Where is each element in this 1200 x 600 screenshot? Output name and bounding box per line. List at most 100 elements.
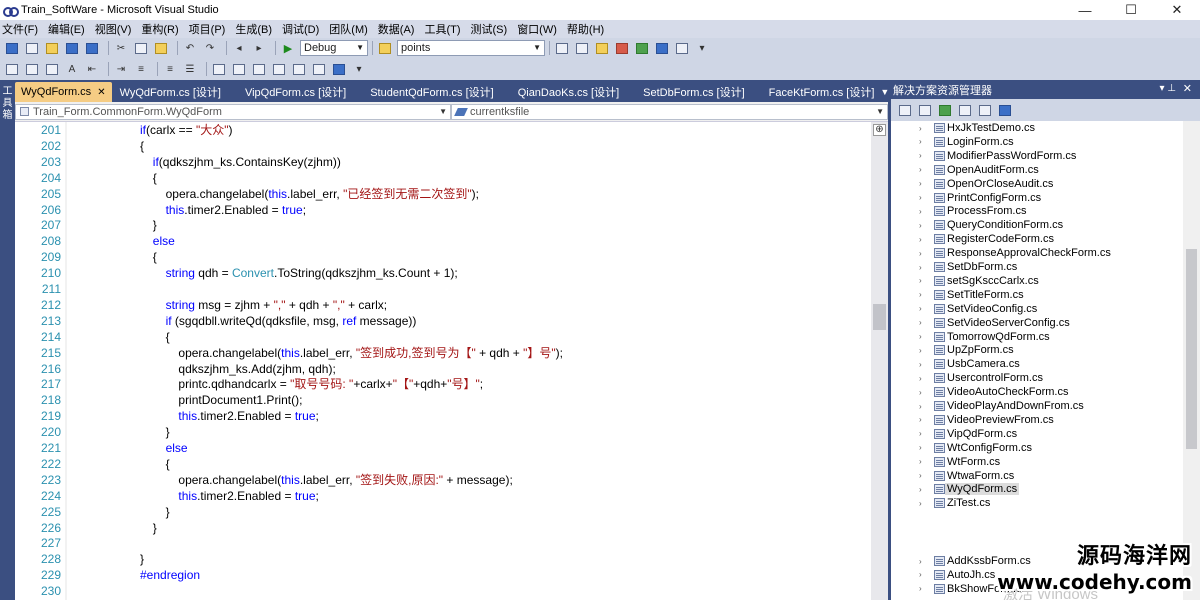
solution-file-item[interactable]: › ZiTest.cs (891, 496, 1183, 510)
save-icon[interactable] (64, 41, 80, 55)
expand-arrow-icon[interactable]: › (919, 402, 922, 411)
tab-vipqdform-design[interactable]: VipQdForm.cs [设计] (239, 82, 352, 102)
expand-arrow-icon[interactable]: › (919, 374, 922, 383)
code-line[interactable]: 217 printc.qdhandcarlx = "取号号码: "+carlx+"… (15, 376, 871, 392)
tab-wyqdform-cs[interactable]: WyQdForm.cs ✕ (15, 82, 112, 102)
previous-bookmark-icon[interactable] (231, 62, 247, 76)
expand-arrow-icon[interactable]: › (919, 179, 922, 188)
solution-explorer-icon[interactable] (554, 41, 570, 55)
solution-file-item[interactable]: › LoginForm.cs (891, 135, 1183, 149)
navigate-backward-icon[interactable]: ◂ (231, 41, 247, 55)
solution-file-item[interactable]: › TomorrowQdForm.cs (891, 330, 1183, 344)
expand-arrow-icon[interactable]: › (919, 235, 922, 244)
expand-arrow-icon[interactable]: › (919, 263, 922, 272)
menu-edit[interactable]: 编辑(E) (43, 21, 90, 37)
undo-icon[interactable]: ↶ (182, 41, 198, 55)
solution-file-item[interactable]: › SetDbForm.cs (891, 260, 1183, 274)
minimize-button[interactable]: — (1062, 0, 1108, 20)
solution-file-item[interactable]: › UpZpForm.cs (891, 343, 1183, 357)
expand-arrow-icon[interactable]: › (919, 165, 922, 174)
code-editor[interactable]: 201 if(carlx == "大众") 202 {203 if(qdkszjhm_k… (15, 122, 871, 600)
solution-file-item[interactable]: › WtForm.cs (891, 455, 1183, 469)
view-designer-icon[interactable] (977, 103, 993, 117)
close-tab-icon[interactable]: ✕ (97, 87, 105, 98)
pin-icon[interactable]: ▾ ⊥ (1159, 83, 1176, 94)
code-line[interactable]: 207} (15, 217, 871, 233)
tab-setdbform-design[interactable]: SetDbForm.cs [设计] (637, 82, 750, 102)
code-line[interactable]: 205 opera.changelabel(this.label_err, "已经… (15, 186, 871, 202)
class-combo[interactable]: Train_Form.CommonForm.WyQdForm ▼ (15, 103, 451, 120)
close-panel-icon[interactable]: ✕ (1183, 82, 1192, 95)
format-document-icon[interactable]: ☰ (182, 62, 198, 76)
expand-arrow-icon[interactable]: › (919, 124, 922, 133)
close-window-button[interactable]: ✕ (1154, 0, 1200, 20)
code-line[interactable]: 212 string msg = zjhm + "," + qdh + "," +… (15, 297, 871, 313)
redo-icon[interactable]: ↷ (202, 41, 218, 55)
menu-project[interactable]: 项目(P) (184, 21, 231, 37)
add-item-icon[interactable] (24, 41, 40, 55)
navigate-forward-icon[interactable]: ▸ (251, 41, 267, 55)
expand-arrow-icon[interactable]: › (919, 151, 922, 160)
tab-wyqdform-design[interactable]: WyQdForm.cs [设计] (114, 82, 227, 102)
code-line[interactable]: 201 if(carlx == "大众") (15, 122, 871, 138)
save-all-icon[interactable] (84, 41, 100, 55)
solution-file-item[interactable]: › VideoAutoCheckForm.cs (891, 385, 1183, 399)
expand-arrow-icon[interactable]: › (919, 221, 922, 230)
class-diagram-icon[interactable] (997, 103, 1013, 117)
refresh-icon[interactable] (937, 103, 953, 117)
expand-arrow-icon[interactable]: › (919, 346, 922, 355)
code-line[interactable]: 202 { (15, 138, 871, 154)
solution-file-item[interactable]: › PrintConfigForm.cs (891, 191, 1183, 205)
quick-info-icon[interactable] (4, 62, 20, 76)
code-line[interactable]: 213 if (sgqdbll.writeQd(qdksfile, msg, re… (15, 313, 871, 329)
find-combo[interactable]: points ▼ (397, 40, 545, 56)
paste-icon[interactable] (153, 41, 169, 55)
solution-file-item[interactable]: › VideoPlayAndDownFrom.cs (891, 399, 1183, 413)
configuration-select[interactable]: Debug ▼ (300, 40, 368, 56)
expand-arrow-icon[interactable]: › (919, 471, 922, 480)
start-page-icon[interactable] (634, 41, 650, 55)
expand-arrow-icon[interactable]: › (919, 415, 922, 424)
solution-file-item[interactable]: › VideoPreviewFrom.cs (891, 413, 1183, 427)
previous-bookmark-folder-icon[interactable] (271, 62, 287, 76)
bookmark-window-icon[interactable] (331, 62, 347, 76)
expand-arrow-icon[interactable]: › (919, 557, 922, 566)
expand-arrow-icon[interactable]: › (919, 249, 922, 258)
toolbox-icon[interactable] (614, 41, 630, 55)
expand-arrow-icon[interactable]: › (919, 499, 922, 508)
menu-view[interactable]: 视图(V) (90, 21, 137, 37)
editor-scroll-thumb[interactable] (873, 304, 886, 330)
expand-arrow-icon[interactable]: › (919, 457, 922, 466)
member-combo[interactable]: currentksfile ▼ (451, 103, 888, 120)
window-layout-icon[interactable] (674, 41, 690, 55)
code-line[interactable]: 221 else (15, 440, 871, 456)
solution-file-item[interactable]: › VipQdForm.cs (891, 427, 1183, 441)
solution-file-item[interactable]: › SetVideoServerConfig.cs (891, 316, 1183, 330)
code-line[interactable]: 218 printDocument1.Print(); (15, 392, 871, 408)
code-line[interactable]: 209 { (15, 249, 871, 265)
toolbar-options-icon[interactable]: ▾ (694, 41, 710, 55)
expand-arrow-icon[interactable]: › (919, 332, 922, 341)
decrease-indent-icon[interactable]: ⇤ (84, 62, 100, 76)
next-bookmark-folder-icon[interactable] (291, 62, 307, 76)
toolbox-dock-label[interactable]: 工具箱 (1, 86, 14, 122)
expand-arrow-icon[interactable]: › (919, 318, 922, 327)
code-line[interactable]: 214 { (15, 329, 871, 345)
menu-test[interactable]: 测试(S) (466, 21, 513, 37)
solution-file-item[interactable]: › WyQdForm.cs (891, 482, 1183, 496)
code-line[interactable]: 229 #endregion (15, 567, 871, 583)
menu-team[interactable]: 团队(M) (324, 21, 373, 37)
code-line[interactable]: 224 this.timer2.Enabled = true; (15, 488, 871, 504)
menu-help[interactable]: 帮助(H) (562, 21, 609, 37)
code-line[interactable]: 208 else (15, 233, 871, 249)
tab-studentqdform-design[interactable]: StudentQdForm.cs [设计] (364, 82, 499, 102)
expand-arrow-icon[interactable]: › (919, 485, 922, 494)
solution-file-item[interactable]: › OpenOrCloseAudit.cs (891, 177, 1183, 191)
menu-data[interactable]: 数据(A) (373, 21, 420, 37)
expand-arrow-icon[interactable]: › (919, 207, 922, 216)
maximize-button[interactable]: ☐ (1108, 0, 1154, 20)
expand-arrow-icon[interactable]: › (919, 360, 922, 369)
parameter-info-icon[interactable] (24, 62, 40, 76)
cut-icon[interactable]: ✂ (113, 41, 129, 55)
increase-indent-icon[interactable]: ⇥ (113, 62, 129, 76)
